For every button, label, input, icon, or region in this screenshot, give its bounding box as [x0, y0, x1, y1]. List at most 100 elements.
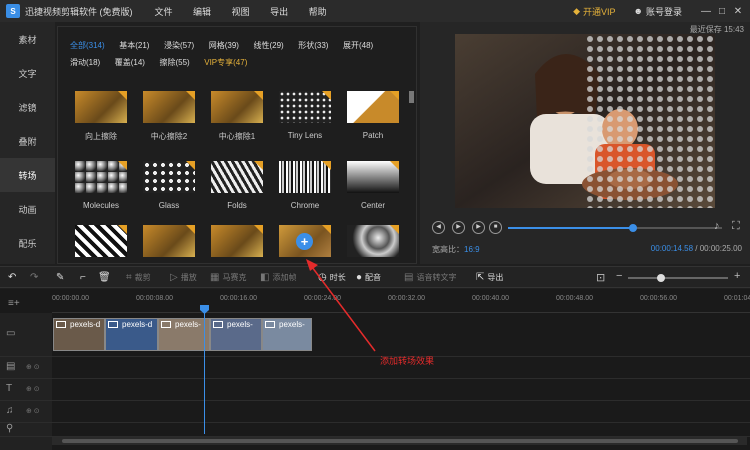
add-transition-button[interactable]: +	[296, 233, 313, 250]
zoom-in-icon[interactable]: +	[734, 270, 740, 282]
fullscreen-icon[interactable]: ⛶	[732, 220, 740, 233]
menu-view[interactable]: 视图	[232, 7, 250, 17]
progress-handle[interactable]	[628, 224, 637, 232]
transition-tile[interactable]: 中心擦除1	[210, 91, 264, 141]
transition-label: 中心擦除1	[218, 132, 256, 141]
maximize-button[interactable]: □	[714, 6, 730, 17]
video-clip[interactable]: pexels-	[210, 318, 262, 351]
text-track-lock-icon[interactable]: ⊕ ⊙	[26, 385, 40, 393]
split-button[interactable]: ⌐	[80, 272, 86, 283]
time-ruler[interactable]: 00:00:00.00 00:00:08.00 00:00:16.00 00:00:2…	[52, 295, 750, 313]
tab-dissolve[interactable]: 浸染(57)	[164, 37, 194, 54]
zoom-slider[interactable]	[628, 274, 728, 282]
frame-button[interactable]: ◧ 添加帧	[260, 272, 296, 283]
sidebar-item-animation[interactable]: 动画	[0, 192, 55, 226]
delete-button[interactable]: 🗑	[98, 272, 111, 283]
menu-edit[interactable]: 编辑	[193, 7, 211, 17]
transition-tile[interactable]	[142, 225, 196, 263]
video-preview[interactable]	[455, 34, 715, 208]
app-logo: S	[6, 4, 20, 18]
add-track-icon[interactable]: ≡+	[8, 298, 20, 309]
transition-thumbnail	[75, 91, 127, 123]
playhead[interactable]	[204, 305, 205, 434]
transition-tile[interactable]: Molecules	[74, 161, 128, 210]
transition-tile[interactable]	[346, 225, 400, 263]
track-lock-icon[interactable]: ⊕ ⊙	[26, 363, 40, 371]
tab-slide[interactable]: 滑动(18)	[70, 54, 100, 71]
mosaic-button[interactable]: ▦ 马赛克	[210, 272, 246, 283]
effects-scrollbar[interactable]	[408, 31, 414, 259]
transition-tile[interactable]: Chrome	[278, 161, 332, 210]
menu-help[interactable]: 帮助	[309, 7, 327, 17]
transition-tile[interactable]: 向上擦除	[74, 91, 128, 141]
sidebar-item-transitions[interactable]: 转场	[0, 158, 55, 192]
redo-button[interactable]: ↷	[30, 272, 38, 283]
tab-linear[interactable]: 线性(29)	[253, 37, 283, 54]
video-clip[interactable]: pexels-	[158, 318, 210, 351]
music-track-lock-icon[interactable]: ⊕ ⊙	[26, 407, 40, 415]
sidebar-item-music[interactable]: 配乐	[0, 226, 55, 260]
split-icon: ⌐	[80, 272, 86, 283]
next-frame-button[interactable]: ▶	[472, 221, 485, 234]
transition-tile[interactable]: Tiny Lens	[278, 91, 332, 140]
download-badge-icon	[322, 91, 331, 100]
pip-track: ▤ ⊕ ⊙	[0, 357, 750, 379]
tab-basic[interactable]: 基本(21)	[119, 37, 149, 54]
stop-button[interactable]: ■	[489, 221, 502, 234]
menu-export[interactable]: 导出	[270, 7, 288, 17]
ruler-tick-label: 00:00:48.00	[556, 295, 593, 302]
transition-tile[interactable]: 中心擦除2	[142, 91, 196, 141]
transition-tile[interactable]: Folds	[210, 161, 264, 210]
speech-button[interactable]: ▤ 语音转文字	[404, 272, 456, 283]
menu-file[interactable]: 文件	[155, 7, 173, 17]
transition-tile[interactable]: Center	[346, 161, 400, 210]
timeline-scroll-thumb[interactable]	[62, 439, 738, 443]
play-button[interactable]: ▷ 播放	[170, 272, 197, 283]
crop-button[interactable]: ⌗ 裁剪	[126, 272, 151, 283]
export-button[interactable]: ⇱ 导出	[476, 272, 503, 283]
transition-tile[interactable]	[74, 225, 128, 263]
transition-tile[interactable]: +	[278, 225, 332, 263]
timeline-scrollbar[interactable]	[52, 437, 747, 445]
tab-shape[interactable]: 形状(33)	[298, 37, 328, 54]
volume-icon[interactable]: ♪	[714, 220, 720, 232]
edit-button[interactable]: ✎	[56, 272, 64, 283]
tab-all[interactable]: 全部(314)	[70, 37, 105, 54]
transition-tile[interactable]	[210, 225, 264, 263]
sidebar-item-filters[interactable]: 滤镜	[0, 90, 55, 124]
fit-icon[interactable]: ⊡	[596, 271, 605, 284]
tab-cover[interactable]: 覆盖(14)	[115, 54, 145, 71]
transition-label: Molecules	[82, 201, 119, 210]
vip-button[interactable]: ◆ 开通VIP	[573, 5, 615, 18]
tab-grid[interactable]: 网格(39)	[209, 37, 239, 54]
zoom-handle[interactable]	[657, 274, 665, 282]
play-button[interactable]: ▶	[452, 221, 465, 234]
undo-button[interactable]: ↶	[8, 272, 16, 283]
close-button[interactable]: ✕	[730, 6, 746, 17]
sidebar-item-media[interactable]: 素材	[0, 22, 55, 56]
transition-label: Center	[360, 201, 385, 210]
video-clip[interactable]: pexels-d	[105, 318, 158, 351]
aspect-ratio[interactable]: 宽高比：16:9	[432, 244, 480, 255]
download-badge-icon	[322, 161, 331, 170]
zoom-out-icon[interactable]: −	[616, 270, 622, 282]
clip-name: pexels-	[175, 320, 201, 329]
sidebar-item-overlay[interactable]: 叠附	[0, 124, 55, 158]
download-badge-icon	[118, 161, 127, 170]
tab-vip[interactable]: VIP专享(47)	[204, 54, 247, 71]
playback-progress[interactable]	[508, 224, 722, 232]
prev-frame-button[interactable]: ◀	[432, 221, 445, 234]
transition-tile[interactable]: Glass	[142, 161, 196, 210]
login-button[interactable]: ☻ 账号登录	[634, 5, 683, 18]
effects-scroll-thumb[interactable]	[409, 91, 414, 103]
download-badge-icon	[118, 225, 127, 234]
sidebar-item-text[interactable]: 文字	[0, 56, 55, 90]
toolbar-label: 播放	[180, 273, 197, 282]
transition-tile[interactable]: Patch	[346, 91, 400, 140]
play-icon: ▷	[170, 272, 178, 283]
tab-expand[interactable]: 展开(48)	[343, 37, 373, 54]
toolbar-label: 导出	[487, 273, 504, 282]
tab-wipe[interactable]: 擦除(55)	[160, 54, 190, 71]
video-clip[interactable]: pexels-d	[53, 318, 105, 351]
minimize-button[interactable]: —	[698, 6, 714, 17]
